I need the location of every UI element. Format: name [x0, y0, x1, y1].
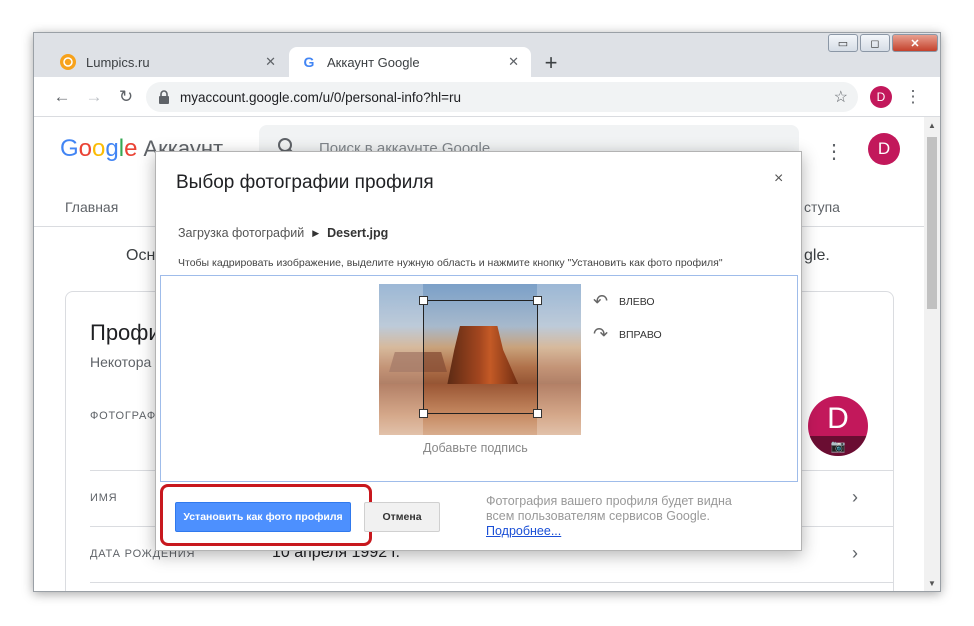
- caret-right-icon: ▶: [312, 227, 320, 238]
- maximize-button[interactable]: ◻: [860, 34, 890, 52]
- more-options-icon[interactable]: ⋮: [824, 139, 844, 164]
- crop-editor: ↶ ВЛЕВО ↷ ВПРАВО Добавьте подпись: [160, 275, 798, 482]
- dialog-title: Выбор фотографии профиля: [176, 172, 434, 193]
- crop-handle-top-right[interactable]: [533, 296, 542, 305]
- new-tab-button[interactable]: +: [537, 49, 565, 77]
- camera-icon: 📷: [808, 436, 868, 456]
- tab-close-icon[interactable]: ✕: [265, 54, 276, 70]
- intro-text: Осн: [126, 247, 156, 264]
- crop-hint: Чтобы кадрировать изображение, выделите …: [178, 257, 723, 269]
- scroll-up-icon[interactable]: ▲: [928, 121, 936, 130]
- lock-icon: [158, 90, 170, 104]
- tab-lumpics[interactable]: Lumpics.ru ✕: [48, 47, 288, 77]
- profile-avatar[interactable]: D: [870, 86, 892, 108]
- browser-menu-icon[interactable]: ⋮: [901, 85, 925, 109]
- rotate-right-button[interactable]: ↷ ВПРАВО: [593, 324, 662, 345]
- rotate-left-icon: ↶: [593, 291, 609, 311]
- orange-favicon-icon: [60, 54, 76, 70]
- crop-handle-bottom-right[interactable]: [533, 409, 542, 418]
- profile-photo-dialog: Выбор фотографии профиля × Загрузка фото…: [155, 151, 802, 551]
- cancel-button[interactable]: Отмена: [364, 502, 440, 532]
- rotate-right-label: ВПРАВО: [619, 328, 662, 341]
- row-divider: [90, 582, 893, 583]
- profile-photo-avatar[interactable]: D 📷: [808, 396, 868, 456]
- tab-label: Аккаунт Google: [327, 54, 420, 70]
- chevron-right-icon[interactable]: ›: [852, 543, 858, 564]
- crop-handle-bottom-left[interactable]: [419, 409, 428, 418]
- breadcrumb: Загрузка фотографий ▶ Desert.jpg: [178, 226, 388, 240]
- page-scrollbar[interactable]: ▲ ▼: [924, 117, 940, 591]
- rotate-left-label: ВЛЕВО: [619, 295, 655, 308]
- reload-icon[interactable]: ↻: [114, 85, 138, 109]
- set-profile-photo-button[interactable]: Установить как фото профиля: [175, 502, 351, 532]
- tab-close-icon[interactable]: ✕: [508, 54, 519, 70]
- scrollbar-thumb[interactable]: [927, 137, 937, 309]
- rotate-left-button[interactable]: ↶ ВЛЕВО: [593, 291, 655, 312]
- google-favicon-icon: G: [303, 54, 315, 70]
- url-text: myaccount.google.com/u/0/personal-info?h…: [180, 89, 462, 105]
- browser-toolbar: ← → ↻ myaccount.google.com/u/0/personal-…: [34, 77, 940, 117]
- minimize-button[interactable]: ▭: [828, 34, 858, 52]
- tab-google-account[interactable]: G Аккаунт Google ✕: [289, 47, 531, 77]
- bookmark-star-icon[interactable]: ☆: [834, 87, 848, 107]
- card-subtitle: Некотора: [90, 354, 152, 370]
- crop-handle-top-left[interactable]: [419, 296, 428, 305]
- close-icon[interactable]: ×: [774, 170, 783, 188]
- chevron-right-icon[interactable]: ›: [852, 487, 858, 508]
- breadcrumb-upload[interactable]: Загрузка фотографий: [178, 226, 304, 240]
- crop-selection[interactable]: [419, 296, 542, 418]
- tab-label: Lumpics.ru: [86, 54, 150, 70]
- card-title: Профи: [90, 320, 161, 345]
- nav-tab-access[interactable]: ступа: [804, 199, 840, 215]
- nav-tab-home[interactable]: Главная: [65, 199, 118, 215]
- caption-input[interactable]: Добавьте подпись: [423, 441, 528, 455]
- window-controls: ▭ ◻ ✕: [828, 34, 938, 52]
- breadcrumb-file: Desert.jpg: [327, 226, 389, 240]
- account-avatar[interactable]: D: [868, 133, 900, 165]
- address-bar[interactable]: myaccount.google.com/u/0/personal-info?h…: [146, 82, 858, 112]
- photo-row-label: ФОТОГРАФ: [90, 410, 156, 422]
- forward-icon[interactable]: →: [82, 85, 106, 109]
- back-icon[interactable]: ←: [50, 85, 74, 109]
- visibility-note: Фотография вашего профиля будет видна вс…: [486, 494, 786, 539]
- rotate-right-icon: ↷: [593, 324, 609, 344]
- close-window-button[interactable]: ✕: [892, 34, 938, 52]
- name-row-label[interactable]: ИМЯ: [90, 492, 117, 504]
- learn-more-link[interactable]: Подробнее...: [486, 524, 786, 539]
- intro-text-end: gle.: [804, 247, 830, 264]
- scroll-down-icon[interactable]: ▼: [928, 579, 936, 588]
